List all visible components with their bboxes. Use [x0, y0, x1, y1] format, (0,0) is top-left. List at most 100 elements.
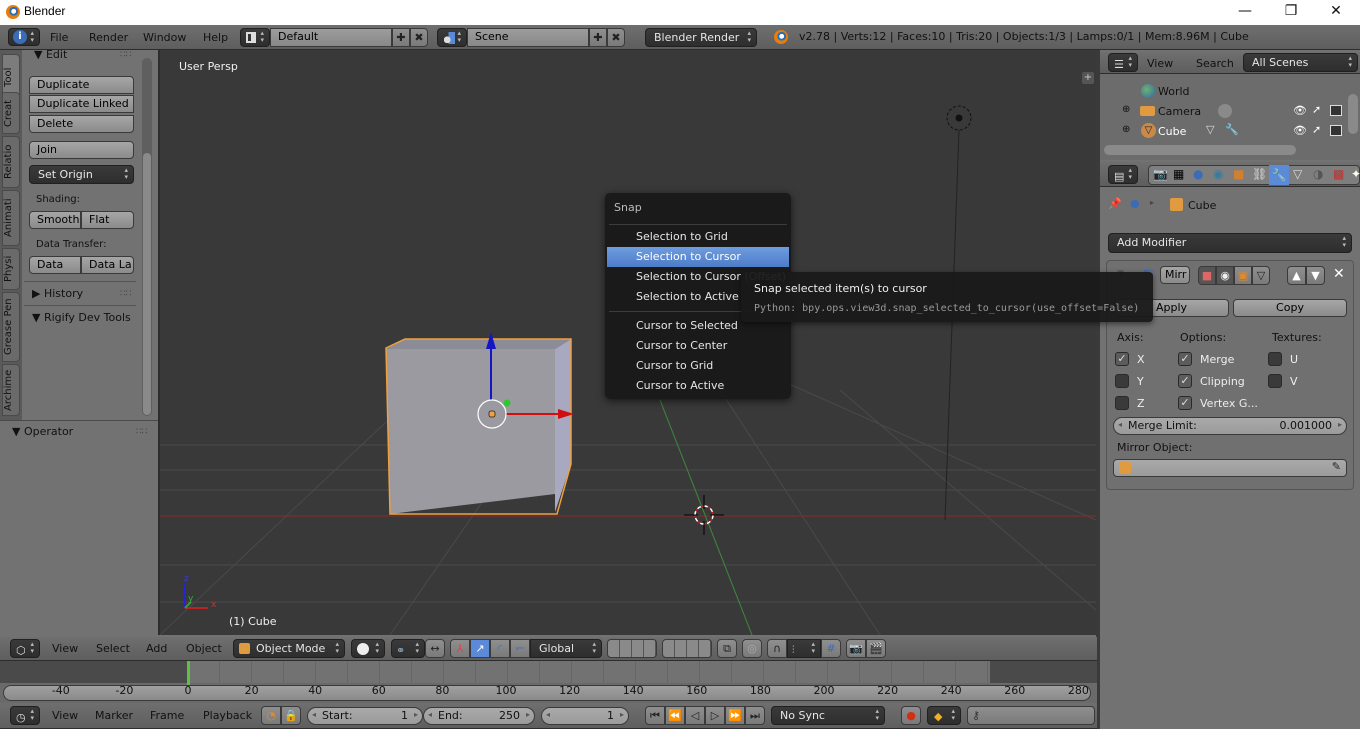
- current-frame-indicator[interactable]: [187, 661, 190, 685]
- selectable-cursor-icon[interactable]: ➚: [1312, 123, 1321, 136]
- modifiers-wrench-icon[interactable]: 🔧: [1269, 165, 1289, 185]
- render-camera-icon[interactable]: [1330, 125, 1342, 136]
- timeline-menu-playback[interactable]: Playback: [203, 705, 252, 727]
- translate-manipulator-icon[interactable]: ↗: [470, 639, 490, 658]
- constraints-context-icon[interactable]: ⛓: [1252, 167, 1267, 181]
- visibility-eye-icon[interactable]: 👁: [1293, 124, 1307, 137]
- keying-mode-dropdown[interactable]: ◆: [927, 706, 961, 725]
- visibility-eye-icon[interactable]: 👁: [1293, 104, 1307, 117]
- duplicate-button[interactable]: Duplicate: [29, 76, 134, 94]
- auto-keying-record-icon[interactable]: ●: [901, 706, 921, 725]
- edit-mode-toggle-icon[interactable]: ▣: [1234, 266, 1252, 285]
- selectable-cursor-icon[interactable]: ➚: [1312, 103, 1321, 116]
- remove-modifier-close-icon[interactable]: ✕: [1333, 266, 1345, 282]
- modifier-name-field[interactable]: Mirr: [1160, 266, 1190, 284]
- tab-grease-pencil[interactable]: Grease Pen: [2, 292, 20, 362]
- menu-item-cursor-to-center[interactable]: Cursor to Center: [607, 336, 789, 356]
- play-icon[interactable]: ▷: [705, 706, 725, 725]
- close-window-button[interactable]: ✕: [1313, 0, 1359, 25]
- opengl-render-image-icon[interactable]: 📷: [846, 639, 866, 658]
- on-cage-toggle-icon[interactable]: ▽: [1252, 266, 1270, 285]
- manipulate-center-points-icon[interactable]: ↔: [425, 639, 445, 658]
- history-panel-header[interactable]: ▶ History: [32, 287, 83, 300]
- timeline-scrollbar[interactable]: [3, 685, 1091, 701]
- 3d-menu-object[interactable]: Object: [186, 638, 222, 660]
- menu-item-cursor-to-active[interactable]: Cursor to Active: [607, 376, 789, 396]
- play-reverse-icon[interactable]: ◁: [685, 706, 705, 725]
- increment-arrow-icon[interactable]: ▸: [526, 710, 530, 719]
- maximize-button[interactable]: ❐: [1268, 0, 1314, 25]
- set-origin-dropdown[interactable]: Set Origin: [29, 165, 134, 184]
- lock-layers-icon[interactable]: ⧉: [717, 639, 737, 658]
- minimize-button[interactable]: —: [1222, 0, 1268, 25]
- rigify-panel-header[interactable]: ▼ Rigify Dev Tools: [32, 311, 131, 324]
- edit-panel-header[interactable]: ▼ Edit: [34, 48, 67, 61]
- outliner-display-mode-dropdown[interactable]: All Scenes: [1243, 53, 1358, 72]
- snap-magnet-icon[interactable]: ∩: [767, 639, 787, 658]
- lamp-object[interactable]: [946, 105, 972, 131]
- tab-physics[interactable]: Physi: [2, 248, 20, 290]
- outliner-menu-search[interactable]: Search: [1196, 53, 1234, 75]
- editor-type-3d-view-button[interactable]: ⬡: [10, 639, 40, 658]
- increment-arrow-icon[interactable]: ▸: [414, 710, 418, 719]
- screen-layout-name-field[interactable]: Default: [270, 28, 392, 47]
- jump-to-end-icon[interactable]: ⏭: [745, 706, 765, 725]
- delete-button[interactable]: Delete: [29, 115, 134, 133]
- particles-context-icon[interactable]: ✦: [1351, 167, 1360, 181]
- scene-layers-grid-1[interactable]: [607, 639, 657, 658]
- increment-arrow-icon[interactable]: ▸: [1338, 420, 1342, 429]
- texture-context-icon[interactable]: ▩: [1333, 167, 1344, 181]
- mesh-data-context-icon[interactable]: ▽: [1293, 167, 1302, 181]
- tab-animation[interactable]: Animati: [2, 190, 20, 246]
- add-screen-button[interactable]: ✚: [392, 28, 410, 47]
- outliner-row-cube[interactable]: ⊕ ▽ Cube ▽ 🔧 👁 ➚: [1100, 121, 1345, 141]
- expand-icon[interactable]: ⊕: [1122, 124, 1130, 135]
- manipulator-toggle-icon[interactable]: ⅄: [450, 639, 470, 658]
- snap-element-dropdown[interactable]: ⫶: [787, 639, 821, 658]
- end-frame-field[interactable]: ◂ End: 250 ▸: [423, 707, 535, 725]
- decrement-arrow-icon[interactable]: ◂: [428, 710, 432, 719]
- menu-item-selection-to-cursor[interactable]: Selection to Cursor: [607, 247, 789, 267]
- properties-toggle-plus-icon[interactable]: +: [1082, 72, 1094, 84]
- eyedropper-icon[interactable]: ✎: [1332, 460, 1341, 473]
- timeline-editor[interactable]: [0, 661, 1097, 703]
- scrollbar-thumb[interactable]: [143, 153, 151, 415]
- outliner-menu-view[interactable]: View: [1147, 53, 1173, 75]
- jump-prev-keyframe-icon[interactable]: ⏪: [665, 706, 685, 725]
- tab-create[interactable]: Creat: [2, 92, 20, 134]
- outliner-row-camera[interactable]: ⊕ Camera 👁 ➚: [1100, 101, 1345, 121]
- render-engine-selector[interactable]: Blender Render: [645, 28, 757, 47]
- outliner-vscrollbar[interactable]: [1348, 94, 1358, 134]
- data-transfer-button[interactable]: Data: [29, 256, 81, 274]
- 3d-cursor[interactable]: [684, 495, 724, 535]
- current-frame-field[interactable]: ◂ 1 ▸: [541, 707, 629, 725]
- render-camera-icon[interactable]: [1330, 105, 1342, 116]
- drag-handle-icon[interactable]: ∷∷: [120, 50, 131, 60]
- menu-file[interactable]: File: [50, 27, 68, 49]
- scale-manipulator-icon[interactable]: ⌐: [510, 639, 530, 658]
- menu-window[interactable]: Window: [143, 27, 186, 49]
- merge-limit-field[interactable]: ◂ Merge Limit: 0.001000 ▸: [1113, 417, 1347, 435]
- interaction-mode-dropdown[interactable]: Object Mode: [233, 639, 345, 658]
- move-down-icon[interactable]: ▼: [1306, 266, 1325, 285]
- drag-handle-icon[interactable]: ∷∷: [136, 427, 147, 437]
- viewport-shading-dropdown[interactable]: [351, 639, 385, 658]
- add-modifier-dropdown[interactable]: Add Modifier: [1108, 233, 1352, 253]
- mirror-object-field[interactable]: ✎: [1113, 459, 1347, 477]
- timeline-menu-view[interactable]: View: [52, 705, 78, 727]
- area-divider[interactable]: [158, 50, 160, 635]
- shade-smooth-button[interactable]: Smooth: [29, 211, 81, 229]
- sync-mode-dropdown[interactable]: No Sync: [771, 706, 885, 725]
- lock-time-icon[interactable]: 🔒: [281, 706, 301, 725]
- viewport-toggle-eye-icon[interactable]: ◉: [1216, 266, 1234, 285]
- transform-orientation-dropdown[interactable]: Global: [530, 639, 602, 658]
- shade-flat-button[interactable]: Flat: [81, 211, 134, 229]
- duplicate-linked-button[interactable]: Duplicate Linked: [29, 95, 134, 113]
- decrement-arrow-icon[interactable]: ◂: [546, 710, 550, 719]
- pivot-point-dropdown[interactable]: ⚭: [391, 639, 425, 658]
- pin-icon[interactable]: 📌: [1108, 197, 1122, 210]
- snap-target-icon[interactable]: #: [821, 639, 841, 658]
- screen-layout-selector[interactable]: [240, 28, 270, 47]
- outliner-row-world[interactable]: World: [1100, 81, 1345, 101]
- scene-layers-grid-2[interactable]: [662, 639, 712, 658]
